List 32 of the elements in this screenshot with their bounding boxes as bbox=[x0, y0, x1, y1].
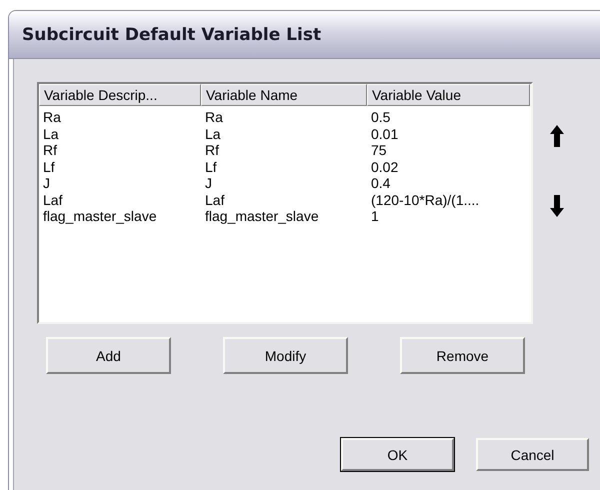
table-cell-text: flag_master_slave bbox=[42, 208, 158, 224]
table-cell-text: (120-10*Ra)/(1.... bbox=[370, 192, 480, 208]
table-cell-text: Laf bbox=[204, 192, 226, 208]
table-cell-text: 0.4 bbox=[370, 175, 392, 192]
column-header[interactable]: Variable Value bbox=[367, 84, 530, 106]
list-action-button[interactable]: Remove bbox=[400, 337, 525, 374]
table-cell-text: Ra bbox=[42, 109, 62, 126]
table-cell-text: Rf bbox=[42, 142, 58, 158]
table-cell-text: 0.01 bbox=[370, 126, 400, 142]
dialog-button[interactable]: OK bbox=[341, 438, 454, 471]
table-cell-text: 1 bbox=[370, 208, 380, 224]
window-title: Subcircuit Default Variable List bbox=[22, 24, 322, 44]
table-cell-text: J bbox=[204, 175, 213, 192]
list-action-button[interactable]: Add bbox=[46, 337, 171, 374]
table-cell-text: Lf bbox=[204, 158, 218, 175]
column-header[interactable]: Variable Name bbox=[201, 84, 367, 106]
up-arrow-icon[interactable] bbox=[549, 124, 565, 148]
table-cell-text: J bbox=[42, 175, 51, 192]
list-action-button[interactable]: Modify bbox=[223, 337, 348, 374]
table-cell-text: Laf bbox=[42, 192, 64, 208]
table-cell-text: La bbox=[204, 126, 222, 142]
table-cell-text: Ra bbox=[204, 109, 224, 126]
dialog-button[interactable]: Cancel bbox=[476, 438, 589, 471]
table-cell-text: flag_master_slave bbox=[204, 208, 320, 224]
table-cell-text: 0.02 bbox=[370, 158, 400, 175]
table-cell-text: 0.5 bbox=[370, 109, 392, 126]
table-cell-text: Rf bbox=[204, 142, 220, 158]
table-cell-text: 75 bbox=[370, 142, 388, 158]
down-arrow-icon[interactable] bbox=[549, 194, 565, 218]
table-cell-text: La bbox=[42, 126, 60, 142]
table-cell-text: Lf bbox=[42, 158, 56, 175]
column-header[interactable]: Variable Descrip... bbox=[39, 84, 201, 106]
